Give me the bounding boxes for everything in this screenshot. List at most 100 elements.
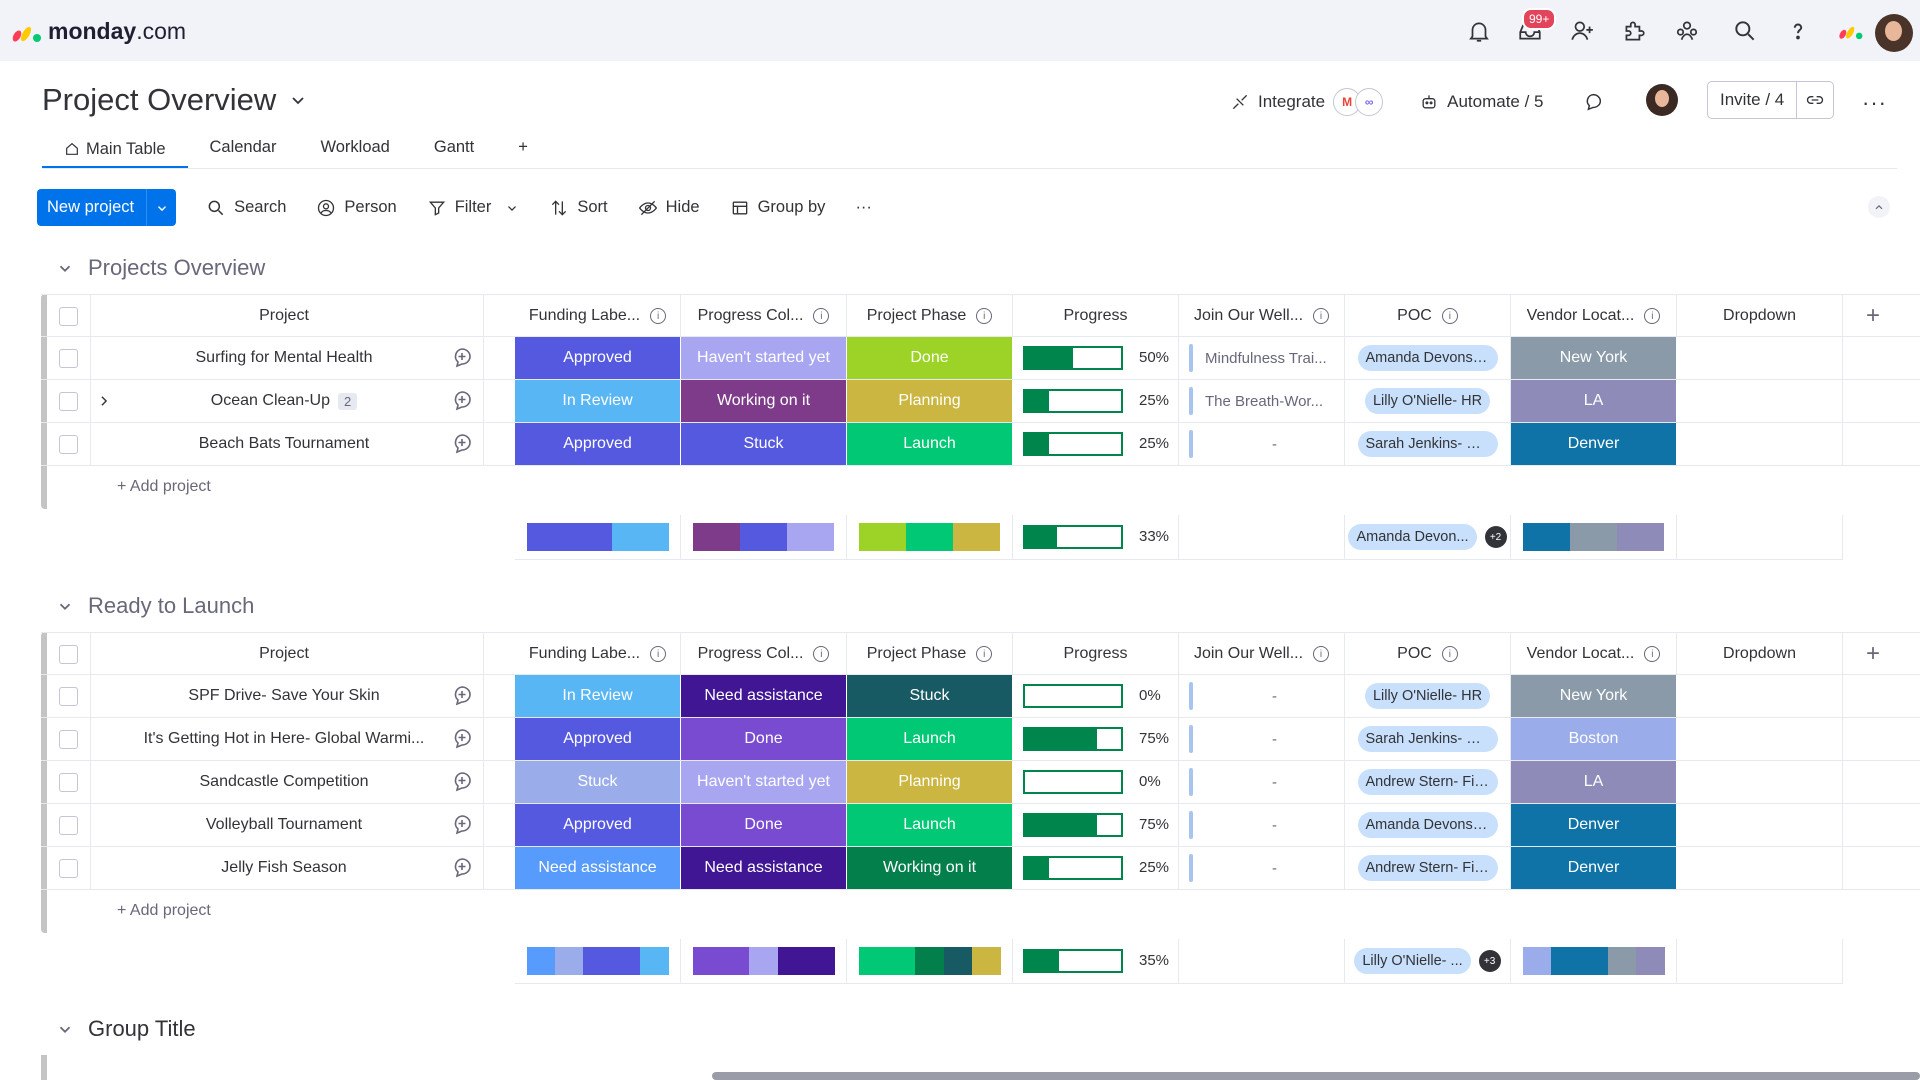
column-header-dropdown[interactable]: Dropdown: [1677, 633, 1843, 675]
checkbox[interactable]: [59, 686, 78, 706]
chevron-down-icon[interactable]: [56, 597, 74, 615]
integration-badges[interactable]: M ∞: [1333, 88, 1384, 116]
team-icon[interactable]: [1674, 18, 1700, 44]
progress-column-status[interactable]: Need assistance: [681, 675, 847, 717]
dropdown-cell[interactable]: [1677, 761, 1843, 803]
project-name[interactable]: Sandcastle Competition: [200, 773, 369, 791]
poc-cell[interactable]: Andrew Stern- Fin...: [1345, 761, 1511, 803]
poc-cell[interactable]: Sarah Jenkins- Ma...: [1345, 718, 1511, 760]
add-view-button[interactable]: +: [496, 132, 550, 168]
sort-button[interactable]: Sort: [549, 198, 608, 218]
poc-cell[interactable]: Lilly O'Nielle- HR: [1345, 380, 1511, 422]
project-name[interactable]: It's Getting Hot in Here- Global Warmi..…: [144, 730, 425, 748]
group-header-group-title[interactable]: Group Title: [56, 1016, 196, 1042]
project-name-cell[interactable]: Volleyball Tournament: [85, 804, 484, 846]
board-owner-avatar[interactable]: [1646, 84, 1678, 116]
poc-pill[interactable]: Amanda Devons- ...: [1357, 812, 1498, 838]
info-icon[interactable]: i: [1313, 646, 1330, 662]
add-update-icon[interactable]: [450, 346, 476, 370]
funding-status[interactable]: Approved: [515, 804, 681, 846]
group-by-button[interactable]: Group by: [730, 198, 825, 218]
invite-button[interactable]: Invite / 4: [1707, 81, 1835, 119]
project-name[interactable]: Ocean Clean-Up: [211, 392, 330, 410]
dropdown-cell[interactable]: [1677, 423, 1843, 465]
info-icon[interactable]: i: [1644, 308, 1661, 324]
project-phase-status[interactable]: Launch: [847, 423, 1013, 465]
product-switcher-icon[interactable]: [1838, 22, 1864, 45]
vendor-location-summary[interactable]: [1511, 939, 1677, 984]
project-name-cell[interactable]: SPF Drive- Save Your Skin: [85, 675, 484, 717]
poc-cell[interactable]: Amanda Devons- ...: [1345, 337, 1511, 379]
tab-calendar[interactable]: Calendar: [188, 132, 299, 168]
project-phase-status[interactable]: Planning: [847, 761, 1013, 803]
monday-logo[interactable]: monday.com: [12, 18, 186, 45]
funding-status[interactable]: Approved: [515, 337, 681, 379]
poc-cell[interactable]: Andrew Stern- Fin...: [1345, 847, 1511, 889]
column-header-vendor[interactable]: Vendor Locat... i: [1511, 633, 1677, 675]
board-title[interactable]: Project Overview: [42, 82, 276, 118]
project-phase-status[interactable]: Launch: [847, 718, 1013, 760]
progress-column-status[interactable]: Need assistance: [681, 847, 847, 889]
collapse-header-icon[interactable]: [1868, 196, 1890, 218]
checkbox[interactable]: [59, 434, 78, 454]
table-row[interactable]: Ocean Clean-Up 2 In Review Working on it Pla…: [41, 380, 1920, 423]
column-header-wellness[interactable]: Join Our Well... i: [1179, 633, 1345, 675]
column-header-poc[interactable]: POC i: [1345, 633, 1511, 675]
add-project-label[interactable]: + Add project: [117, 478, 211, 496]
vendor-location-status[interactable]: Boston: [1511, 718, 1677, 760]
progress-column-status[interactable]: Done: [681, 718, 847, 760]
chevron-down-icon[interactable]: [56, 259, 74, 277]
add-project-row[interactable]: + Add project: [41, 466, 1920, 509]
horizontal-scrollbar[interactable]: [712, 1072, 1920, 1080]
vendor-location-status[interactable]: LA: [1511, 761, 1677, 803]
column-header-progress-col[interactable]: Progress Col... i: [681, 633, 847, 675]
funding-status[interactable]: Stuck: [515, 761, 681, 803]
column-header-progress[interactable]: Progress: [1013, 633, 1179, 675]
poc-pill[interactable]: Lilly O'Nielle- ...: [1354, 948, 1471, 974]
chevron-down-icon[interactable]: [288, 90, 308, 110]
project-name[interactable]: SPF Drive- Save Your Skin: [188, 687, 379, 705]
wellness-link-cell[interactable]: The Breath-Wor...: [1179, 380, 1345, 422]
poc-summary[interactable]: Lilly O'Nielle- ... +3: [1345, 939, 1511, 984]
table-row[interactable]: SPF Drive- Save Your Skin In Review Need a…: [41, 675, 1920, 718]
person-filter-button[interactable]: Person: [316, 198, 397, 218]
new-project-button[interactable]: New project: [37, 189, 177, 226]
help-icon[interactable]: [1785, 18, 1811, 44]
add-update-icon[interactable]: [450, 684, 476, 708]
project-name[interactable]: Jelly Fish Season: [221, 859, 346, 877]
more-people-badge[interactable]: +2: [1484, 526, 1507, 548]
group-title[interactable]: Projects Overview: [88, 255, 265, 281]
progress-column-status[interactable]: Stuck: [681, 423, 847, 465]
funding-status[interactable]: Approved: [515, 423, 681, 465]
progress-column-status[interactable]: Haven't started yet: [681, 761, 847, 803]
chevron-down-icon[interactable]: [56, 1020, 74, 1038]
dropdown-cell[interactable]: [1677, 847, 1843, 889]
table-row[interactable]: Sandcastle Competition Stuck Haven't start…: [41, 761, 1920, 804]
column-header-wellness[interactable]: Join Our Well... i: [1179, 295, 1345, 337]
info-icon[interactable]: i: [650, 646, 667, 662]
checkbox[interactable]: [59, 858, 78, 878]
automate-button[interactable]: Automate / 5: [1419, 92, 1544, 112]
poc-cell[interactable]: Sarah Jenkins- Ma...: [1345, 423, 1511, 465]
project-phase-status[interactable]: Stuck: [847, 675, 1013, 717]
add-project-label[interactable]: + Add project: [117, 902, 211, 920]
add-column-button[interactable]: +: [1843, 295, 1903, 337]
project-name[interactable]: Beach Bats Tournament: [199, 435, 369, 453]
group-header-projects-overview[interactable]: Projects Overview: [56, 255, 265, 281]
column-header-phase[interactable]: Project Phase i: [847, 633, 1013, 675]
bell-icon[interactable]: [1466, 18, 1492, 44]
progress-column-summary[interactable]: [681, 515, 847, 560]
vendor-location-status[interactable]: LA: [1511, 380, 1677, 422]
info-icon[interactable]: i: [1313, 308, 1330, 324]
project-name-cell[interactable]: It's Getting Hot in Here- Global Warmi..…: [85, 718, 484, 760]
add-update-icon[interactable]: [450, 727, 476, 751]
column-header-project[interactable]: Project: [85, 295, 484, 337]
chevron-down-icon[interactable]: [505, 201, 519, 215]
vendor-location-summary[interactable]: [1511, 515, 1677, 560]
more-toolbar-button[interactable]: ···: [855, 198, 871, 217]
more-people-badge[interactable]: +3: [1478, 950, 1501, 972]
progress-column-status[interactable]: Working on it: [681, 380, 847, 422]
project-name[interactable]: Surfing for Mental Health: [196, 349, 373, 367]
info-icon[interactable]: i: [813, 308, 830, 324]
vendor-location-status[interactable]: New York: [1511, 675, 1677, 717]
